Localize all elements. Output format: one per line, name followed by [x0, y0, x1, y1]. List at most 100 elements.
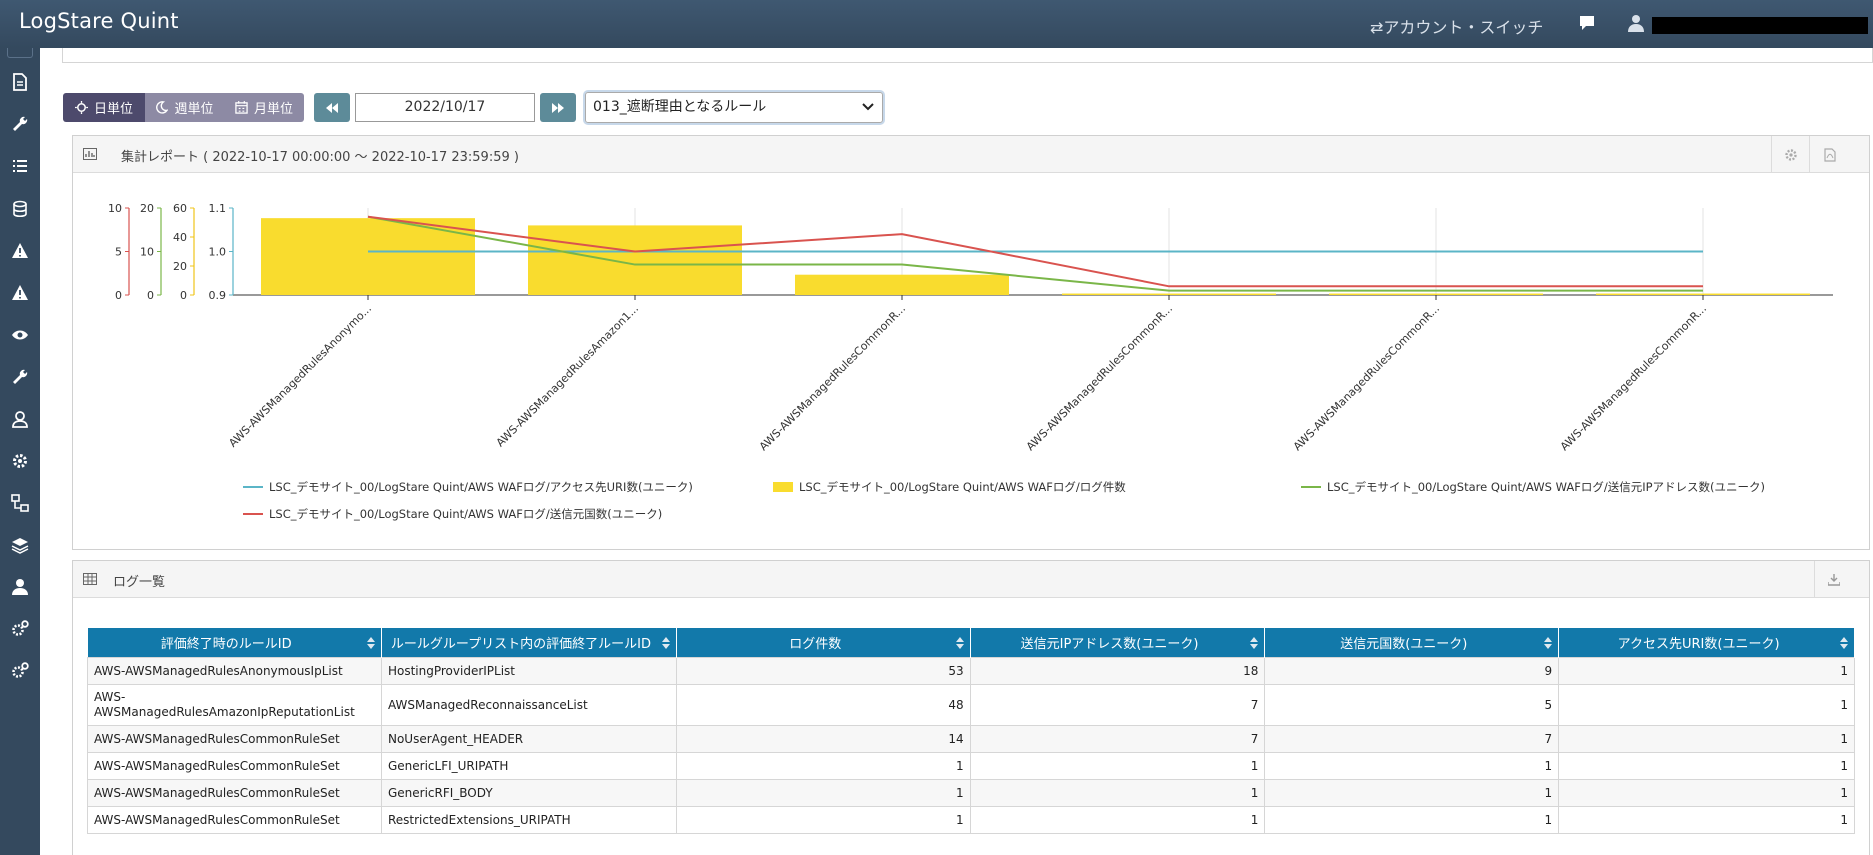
sidebar-item-13[interactable] [0, 569, 40, 605]
table-cell: 1 [969, 778, 1266, 807]
table-row[interactable]: AWS-AWSManagedRulesCommonRuleSet NoUserAg… [87, 724, 1855, 753]
table-cell: 1 [675, 805, 971, 834]
sidebar [0, 48, 40, 855]
previous-date-button[interactable] [314, 93, 350, 122]
table-cell: HostingProviderIPList [380, 656, 677, 685]
sidebar-item-14[interactable] [0, 611, 40, 647]
wrench-icon [13, 116, 28, 131]
log-download-button[interactable] [1814, 561, 1852, 598]
sort-icon[interactable] [955, 637, 964, 649]
sidebar-item-5[interactable] [0, 233, 40, 269]
report-rule-select-value: 013_遮断理由となるルール [593, 99, 767, 115]
table-cell: 53 [675, 656, 971, 685]
sidebar-item-10[interactable] [0, 443, 40, 479]
y-axis-3-tick-label: 20 [173, 260, 187, 273]
table-cell: GenericRFI_BODY [380, 778, 677, 807]
sidebar-item-1[interactable] [0, 64, 40, 100]
y-axis-3-tick-label: 40 [173, 231, 187, 244]
report-settings-button[interactable] [1771, 136, 1809, 173]
sort-icon[interactable] [1840, 637, 1848, 649]
table-icon [83, 573, 97, 585]
y-axis-2-tick-label: 10 [140, 246, 154, 259]
sort-icon[interactable] [366, 637, 375, 649]
user-icon[interactable] [1628, 14, 1644, 32]
sidebar-item-9[interactable] [0, 401, 40, 437]
log-table: 評価終了時のルールID ルールグループリスト内の評価終了ルールID ログ件数 送信元I… [87, 628, 1855, 834]
sidebar-collapse-toggle[interactable] [7, 48, 33, 58]
week-unit-label: 週単位 [174, 102, 214, 117]
table-cell: RestrictedExtensions_URIPATH [380, 805, 677, 834]
layers-icon [11, 538, 29, 554]
sidebar-item-11[interactable] [0, 485, 40, 521]
y-axis-3-tick-label: 60 [173, 202, 187, 215]
log-list-panel: ログ一覧 評価終了時のルールID ルールグループリスト内の評価終了ルールID ログ件… [72, 560, 1870, 855]
table-row[interactable]: AWS-AWSManagedRulesCommonRuleSet Restrict… [87, 805, 1855, 834]
y-axis-2-tick-label: 0 [147, 289, 154, 302]
sidebar-item-3[interactable] [0, 148, 40, 184]
bar-6 [1596, 293, 1810, 295]
column-header-1[interactable]: 評価終了時のルールID [87, 628, 382, 657]
sitemap-icon [11, 494, 29, 512]
account-switch-link[interactable]: ⇄アカウント・スイッチ [1370, 14, 1543, 38]
sort-icon[interactable] [661, 637, 670, 649]
sidebar-item-4[interactable] [0, 191, 40, 227]
comment-icon[interactable] [1578, 14, 1596, 32]
column-header-2[interactable]: ルールグループリスト内の評価終了ルールID [381, 628, 677, 657]
sort-icon[interactable] [1544, 637, 1553, 649]
user-name-redacted[interactable] [1652, 17, 1868, 34]
y-axis-4-tick-label: 0.9 [209, 289, 227, 302]
table-cell: 1 [1264, 805, 1560, 834]
table-cell: AWS-AWSManagedRulesCommonRuleSet [87, 751, 382, 780]
report-panel-title: 集計レポート ( 2022-10-17 00:00:00 ～ 2022-10-1… [121, 150, 519, 165]
upper-panel-edge [62, 48, 1873, 63]
column-header-3[interactable]: ログ件数 [676, 628, 971, 657]
report-pdf-button[interactable] [1809, 136, 1849, 173]
moon-icon [156, 101, 169, 114]
list-icon [13, 160, 27, 172]
calendar-icon [235, 101, 248, 114]
date-input[interactable]: 2022/10/17 [355, 93, 535, 122]
week-unit-button[interactable]: 週単位 [145, 93, 224, 122]
bar-2 [528, 225, 742, 295]
column-header-5[interactable]: 送信元国数(ユニーク) [1264, 628, 1560, 657]
x-tick-label-4: AWS-AWSManagedRulesCommonR... [1024, 302, 1175, 453]
column-header-4[interactable]: 送信元IPアドレス数(ユニーク) [970, 628, 1266, 657]
table-cell: 14 [675, 724, 971, 753]
sidebar-item-7[interactable] [0, 317, 40, 353]
month-unit-button[interactable]: 月単位 [224, 93, 304, 122]
table-cell: 1 [1264, 751, 1560, 780]
sidebar-item-12[interactable] [0, 527, 40, 563]
warning-icon [12, 243, 28, 258]
cogs-icon [12, 662, 29, 678]
table-cell: AWS-AWSManagedRulesAmazonIpReputationLis… [87, 683, 382, 726]
download-icon [1827, 573, 1840, 586]
table-cell: 1 [1264, 778, 1560, 807]
sidebar-item-8[interactable] [0, 359, 40, 395]
cogs-icon [12, 620, 29, 636]
sidebar-item-6[interactable] [0, 275, 40, 311]
table-cell: 1 [675, 751, 971, 780]
table-row[interactable]: AWS-AWSManagedRulesAmazonIpReputationLis… [87, 683, 1855, 726]
sort-icon[interactable] [1250, 637, 1259, 649]
table-row[interactable]: AWS-AWSManagedRulesCommonRuleSet GenericR… [87, 778, 1855, 807]
table-cell: AWS-AWSManagedRulesCommonRuleSet [87, 805, 382, 834]
wrench-icon [13, 369, 28, 384]
day-unit-label: 日単位 [93, 102, 133, 117]
table-cell: 5 [1264, 683, 1560, 726]
fast-backward-icon [326, 102, 338, 113]
sidebar-item-2[interactable] [0, 106, 40, 142]
app-title[interactable]: LogStare Quint [19, 9, 179, 33]
day-unit-button[interactable]: 日単位 [63, 93, 145, 122]
gear-icon [13, 454, 27, 468]
table-row[interactable]: AWS-AWSManagedRulesAnonymousIpList Hostin… [87, 656, 1855, 685]
report-rule-select[interactable]: 013_遮断理由となるルール [585, 92, 883, 123]
sidebar-item-15[interactable] [0, 653, 40, 689]
table-cell: AWS-AWSManagedRulesCommonRuleSet [87, 724, 382, 753]
legend-swatch-2 [773, 482, 793, 492]
column-header-6[interactable]: アクセス先URI数(ユニーク) [1558, 628, 1855, 657]
table-cell: AWS-AWSManagedRulesAnonymousIpList [87, 656, 382, 685]
next-date-button[interactable] [540, 93, 576, 122]
y-axis-1-tick-label: 5 [115, 246, 122, 259]
legend-label-4: LSC_デモサイト_00/LogStare Quint/AWS WAFログ/送信… [269, 507, 662, 521]
table-row[interactable]: AWS-AWSManagedRulesCommonRuleSet GenericL… [87, 751, 1855, 780]
